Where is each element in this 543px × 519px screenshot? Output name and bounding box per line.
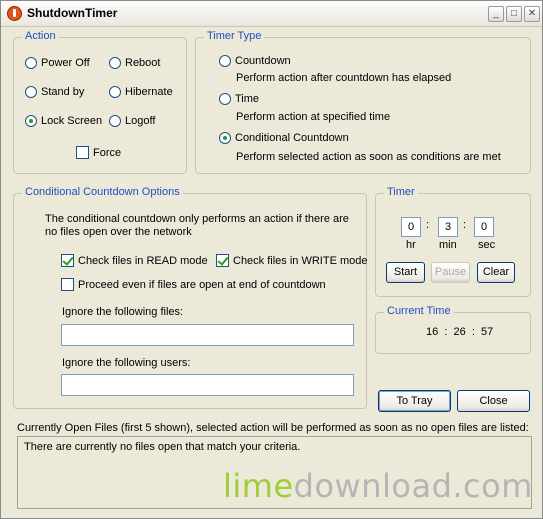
open-files-caption: Currently Open Files (first 5 shown), se… (17, 422, 529, 434)
time-description: Perform action at specified time (236, 111, 391, 123)
radio-indicator (219, 55, 231, 67)
time-separator: : (426, 219, 430, 231)
window-title: ShutdownTimer (27, 6, 118, 20)
conditional-options-title: Conditional Countdown Options (22, 186, 183, 198)
check-write-mode[interactable]: Check files in WRITE mode (216, 254, 367, 267)
timer-group-title: Timer (384, 186, 418, 198)
radio-label: Stand by (41, 86, 85, 98)
radio-indicator (25, 86, 37, 98)
maximize-button[interactable]: □ (506, 6, 522, 22)
radio-stand-by[interactable]: Stand by (25, 86, 84, 98)
hours-label: hr (406, 239, 416, 251)
to-tray-button[interactable]: To Tray (378, 390, 451, 412)
clear-button[interactable]: Clear (477, 262, 515, 283)
radio-conditional-countdown[interactable]: Conditional Countdown (219, 132, 349, 144)
close-window-button[interactable]: ✕ (524, 6, 540, 22)
radio-time[interactable]: Time (219, 93, 259, 105)
minutes-field[interactable]: 3 (438, 217, 458, 237)
ignore-users-input[interactable] (61, 374, 354, 396)
watermark-part1: lime (223, 467, 294, 505)
open-files-message: There are currently no files open that m… (24, 441, 301, 453)
title-bar: ShutdownTimer _ □ ✕ (1, 1, 542, 27)
radio-label: Power Off (41, 57, 90, 69)
checkbox-indicator (61, 278, 74, 291)
checkbox-indicator (76, 146, 89, 159)
check-proceed[interactable]: Proceed even if files are open at end of… (61, 278, 326, 291)
radio-lock-screen[interactable]: Lock Screen (25, 115, 102, 127)
radio-power-off[interactable]: Power Off (25, 57, 90, 69)
radio-indicator (109, 57, 121, 69)
minutes-label: min (439, 239, 457, 251)
radio-hibernate[interactable]: Hibernate (109, 86, 173, 98)
radio-label: Reboot (125, 57, 161, 69)
radio-countdown[interactable]: Countdown (219, 55, 291, 67)
conditional-description: Perform selected action as soon as condi… (236, 151, 501, 163)
watermark-logo: limedownload.com (223, 467, 533, 505)
action-group-title: Action (22, 30, 59, 42)
ignore-users-label: Ignore the following users: (62, 357, 191, 369)
radio-indicator (109, 115, 121, 127)
radio-label: Lock Screen (41, 115, 103, 127)
radio-label: Conditional Countdown (235, 132, 349, 144)
minimize-button[interactable]: _ (488, 6, 504, 22)
force-checkbox[interactable]: Force (76, 146, 121, 159)
radio-indicator (109, 86, 121, 98)
radio-indicator (219, 132, 231, 144)
current-time-value: 16 : 26 : 57 (426, 326, 494, 338)
shutdown-timer-window: ShutdownTimer _ □ ✕ Action Power Off Reb… (0, 0, 543, 519)
ignore-files-input[interactable] (61, 324, 354, 346)
conditional-description-line2: no files open over the network (45, 226, 192, 238)
close-button[interactable]: Close (457, 390, 530, 412)
checkbox-label: Check files in READ mode (78, 254, 208, 267)
radio-indicator (25, 57, 37, 69)
checkbox-indicator (216, 254, 229, 267)
seconds-label: sec (478, 239, 496, 251)
hours-field[interactable]: 0 (401, 217, 421, 237)
timer-type-group-title: Timer Type (204, 30, 265, 42)
radio-indicator (25, 115, 37, 127)
radio-label: Hibernate (125, 86, 173, 98)
conditional-description-line1: The conditional countdown only performs … (45, 213, 349, 225)
checkbox-label: Check files in WRITE mode (233, 254, 368, 267)
seconds-field[interactable]: 0 (474, 217, 494, 237)
countdown-description: Perform action after countdown has elaps… (236, 72, 452, 84)
pause-button[interactable]: Pause (431, 262, 470, 283)
radio-label: Countdown (235, 55, 291, 67)
check-read-mode[interactable]: Check files in READ mode (61, 254, 208, 267)
checkbox-indicator (61, 254, 74, 267)
radio-reboot[interactable]: Reboot (109, 57, 160, 69)
start-button[interactable]: Start (386, 262, 425, 283)
radio-indicator (219, 93, 231, 105)
radio-label: Time (235, 93, 260, 105)
checkbox-label: Force (93, 146, 122, 159)
power-icon (7, 6, 22, 21)
current-time-title: Current Time (384, 305, 454, 317)
watermark-part2: download.com (293, 467, 533, 505)
radio-logoff[interactable]: Logoff (109, 115, 155, 127)
ignore-files-label: Ignore the following files: (62, 306, 184, 318)
time-separator: : (463, 219, 467, 231)
radio-label: Logoff (125, 115, 156, 127)
checkbox-label: Proceed even if files are open at end of… (78, 278, 326, 291)
